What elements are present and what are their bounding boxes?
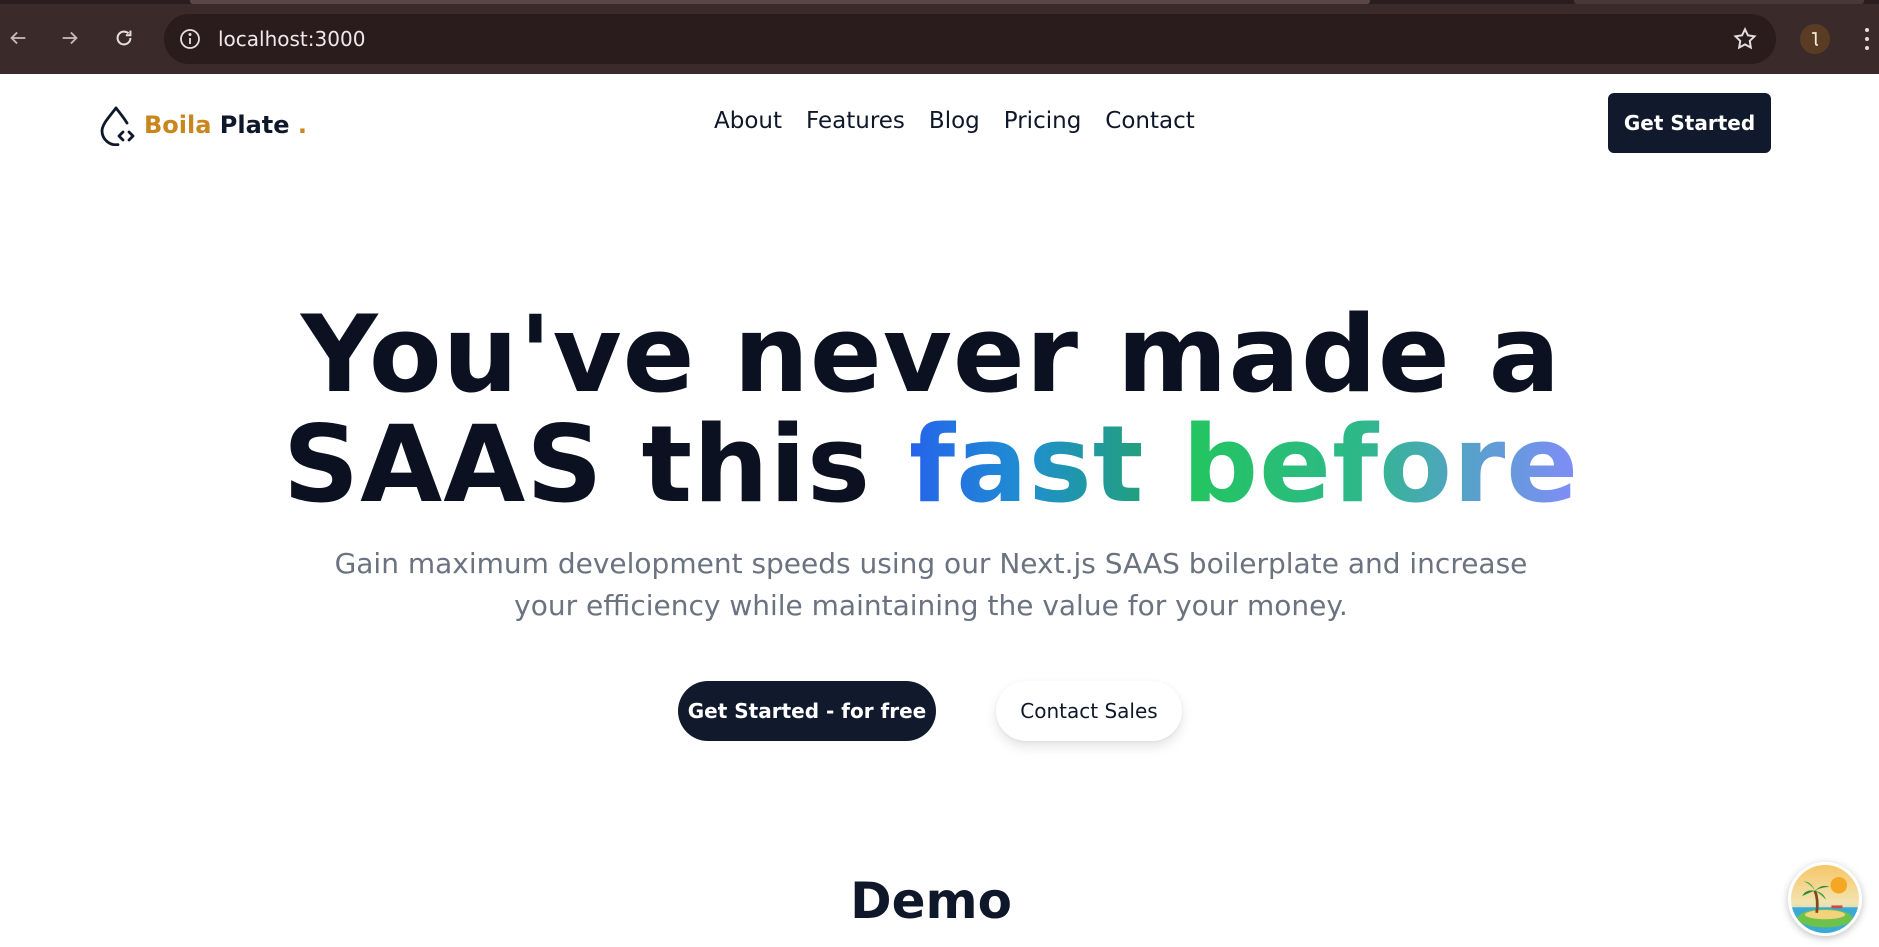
beach-island-icon — [1791, 865, 1859, 933]
active-tab-edge[interactable] — [190, 0, 1370, 4]
nav-about[interactable]: About — [714, 108, 782, 134]
browser-chrome: localhost:3000 — [0, 0, 1879, 74]
hero-title-line-2: SAAS this — [282, 403, 872, 526]
address-bar[interactable]: localhost:3000 — [164, 14, 1776, 64]
nav-features[interactable]: Features — [806, 108, 905, 134]
floating-widget-button[interactable] — [1788, 862, 1862, 936]
site-header: Boila Plate . About Features Blog Pricin… — [0, 74, 1879, 174]
star-icon[interactable] — [1732, 26, 1758, 52]
kebab-menu-icon[interactable] — [1862, 24, 1872, 54]
hero-title: You've never made a SAAS this fast befor… — [0, 300, 1862, 520]
url-text[interactable]: localhost:3000 — [218, 27, 365, 51]
demo-heading: Demo — [850, 872, 1012, 930]
brand-part-2: Plate — [219, 111, 290, 139]
get-started-free-button[interactable]: Get Started - for free — [678, 681, 936, 741]
back-button[interactable] — [2, 22, 34, 54]
nav-pricing[interactable]: Pricing — [1004, 108, 1082, 134]
profile-icon — [1811, 32, 1819, 46]
inactive-tab-edge[interactable] — [1574, 0, 1864, 4]
drop-code-icon — [100, 106, 135, 146]
brand-part-1: Boila — [144, 111, 212, 139]
hero-title-line-1: You've never made a — [300, 293, 1562, 416]
hero-subtitle: Gain maximum development speeds using ou… — [334, 547, 1528, 622]
logo[interactable]: Boila Plate . — [96, 104, 307, 146]
hero-accent-fast: fast — [908, 403, 1145, 526]
arrow-left-icon — [10, 31, 26, 45]
reload-button[interactable] — [108, 22, 140, 54]
info-icon[interactable] — [178, 27, 202, 51]
brand-dot: . — [297, 111, 308, 139]
arrow-right-icon — [62, 31, 78, 45]
get-started-button[interactable]: Get Started — [1608, 93, 1771, 153]
brand-name: Boila Plate . — [144, 111, 307, 139]
hero-accent-before: before — [1182, 403, 1580, 526]
reload-icon — [116, 30, 132, 46]
contact-sales-button[interactable]: Contact Sales — [996, 681, 1182, 741]
nav-contact[interactable]: Contact — [1105, 108, 1194, 134]
main-nav: About Features Blog Pricing Contact — [714, 108, 1195, 134]
profile-avatar[interactable] — [1800, 24, 1830, 54]
nav-blog[interactable]: Blog — [929, 108, 980, 134]
forward-button[interactable] — [54, 22, 86, 54]
